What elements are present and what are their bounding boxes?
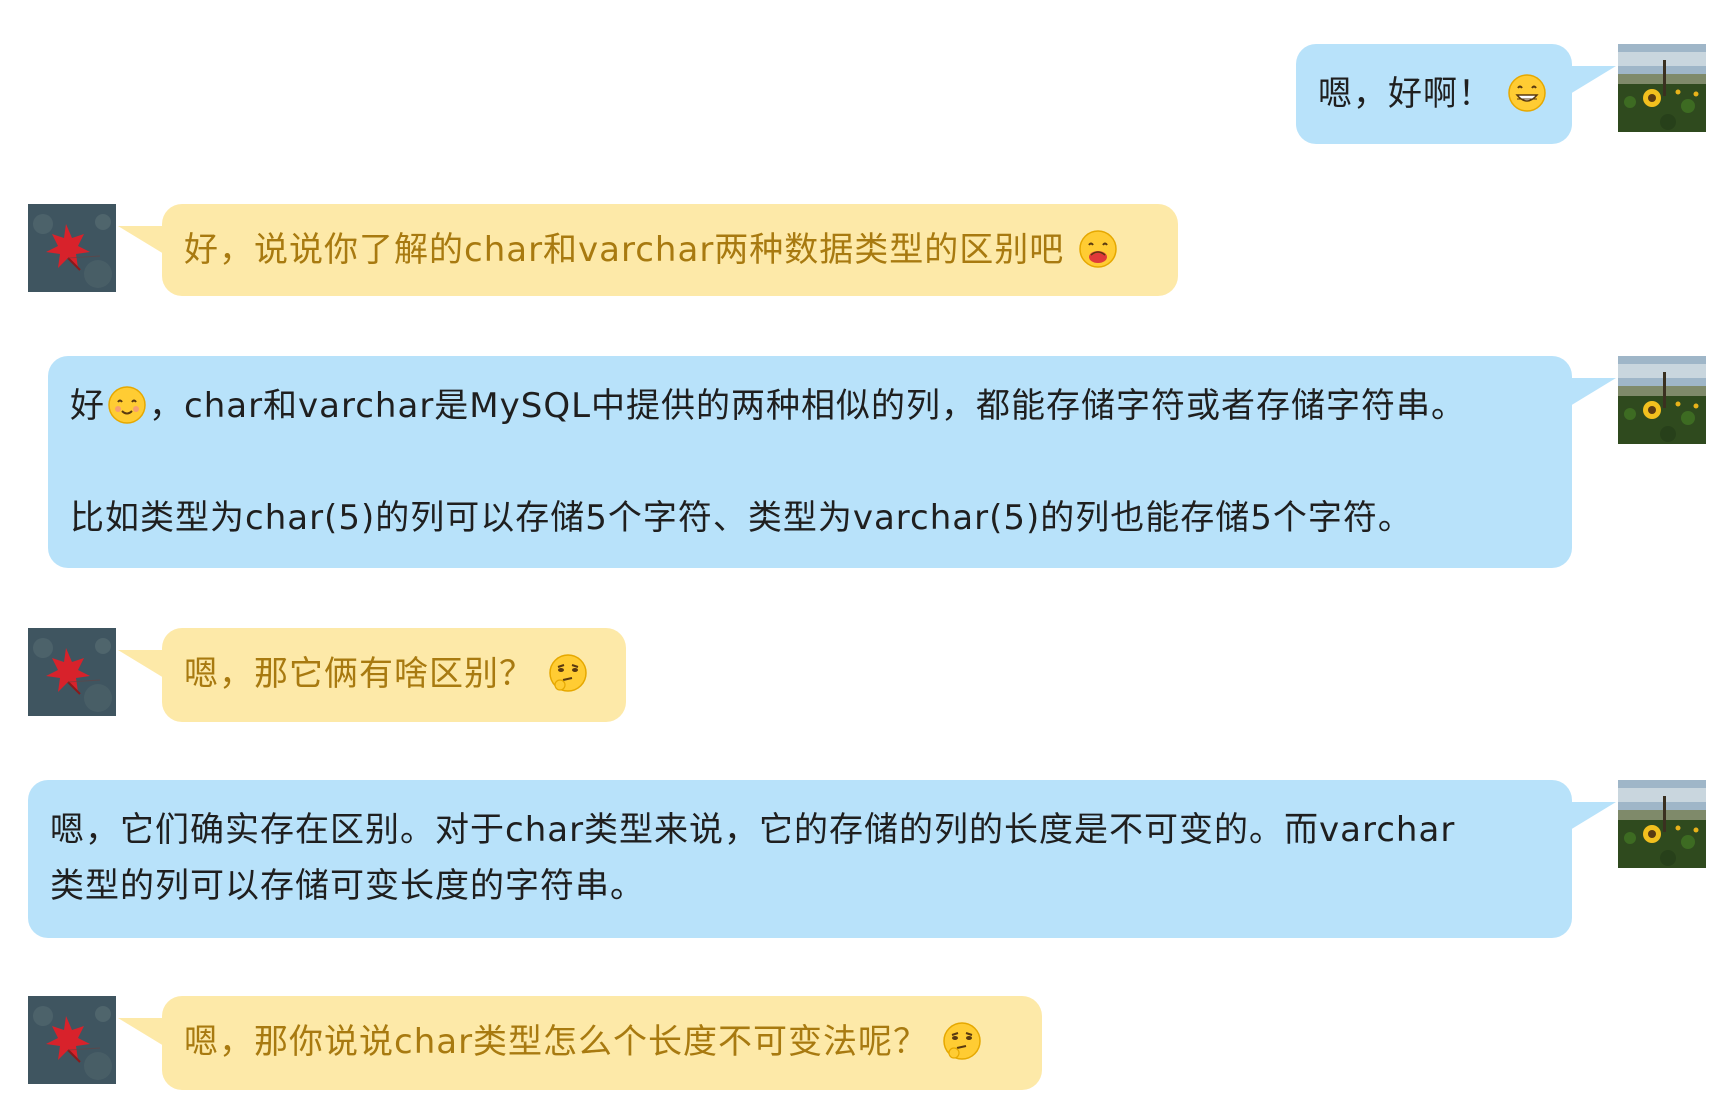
bubble-tail — [118, 650, 164, 678]
bubble-tail — [1570, 378, 1616, 406]
message-bubble-other[interactable]: 嗯，那它俩有啥区别？ — [162, 628, 626, 722]
self-avatar[interactable] — [1618, 356, 1706, 444]
thinking-face-icon — [548, 653, 588, 693]
message-text: 好 — [70, 386, 105, 426]
message-bubble-self[interactable]: 好 ，char和varchar是MySQL中提供的两种相似的列，都能存储字符或者… — [48, 356, 1572, 568]
other-avatar[interactable] — [28, 996, 116, 1084]
message-line: 类型的列可以存储可变长度的字符串。 — [50, 866, 645, 906]
self-avatar[interactable] — [1618, 780, 1706, 868]
bubble-tail — [1570, 802, 1616, 830]
message-bubble-self[interactable]: 嗯，它们确实存在区别。对于char类型来说，它的存储的列的长度是不可变的。而va… — [28, 780, 1572, 938]
savoring-food-face-icon — [1078, 229, 1118, 269]
message-text: ，char和varchar是MySQL中提供的两种相似的列，都能存储字符或者存储… — [149, 386, 1467, 426]
chat-thread: 嗯，好啊！ 好，说说你了解的char和varchar两种数据类型的区别吧 好 ，… — [0, 0, 1724, 1106]
message-bubble-other[interactable]: 好，说说你了解的char和varchar两种数据类型的区别吧 — [162, 204, 1178, 296]
message-text: 好，说说你了解的char和varchar两种数据类型的区别吧 — [184, 230, 1065, 270]
message-text: 嗯，那你说说char类型怎么个长度不可变法呢？ — [184, 1022, 929, 1062]
thinking-face-icon — [942, 1021, 982, 1061]
message-line: 好 ，char和varchar是MySQL中提供的两种相似的列，都能存储字符或者… — [70, 378, 1550, 434]
other-avatar[interactable] — [28, 628, 116, 716]
message-text: 嗯，那它俩有啥区别？ — [184, 654, 534, 694]
message-text: 嗯，好啊！ — [1318, 74, 1493, 114]
bubble-tail — [118, 1018, 164, 1046]
self-avatar[interactable] — [1618, 44, 1706, 132]
smiling-face-icon — [107, 385, 147, 425]
bubble-tail — [1570, 66, 1616, 94]
bubble-tail — [118, 226, 164, 254]
grinning-face-icon — [1507, 73, 1547, 113]
message-line: 比如类型为char(5)的列可以存储5个字符、类型为varchar(5)的列也能… — [70, 498, 1413, 538]
other-avatar[interactable] — [28, 204, 116, 292]
message-bubble-other[interactable]: 嗯，那你说说char类型怎么个长度不可变法呢？ — [162, 996, 1042, 1090]
message-line: 嗯，它们确实存在区别。对于char类型来说，它的存储的列的长度是不可变的。而va… — [50, 810, 1456, 850]
message-bubble-self[interactable]: 嗯，好啊！ — [1296, 44, 1572, 144]
